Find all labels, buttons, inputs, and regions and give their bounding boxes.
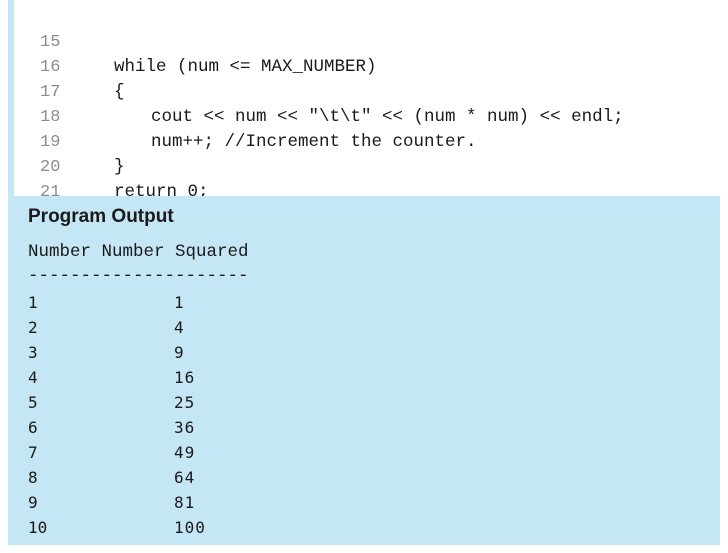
line-code: { (114, 82, 125, 102)
output-header-line: Number Number Squared (28, 242, 249, 262)
output-number-cell: 6 (28, 418, 38, 437)
output-squared-cell: 81 (174, 493, 196, 512)
line-code: while (num <= MAX_NUMBER) (114, 57, 377, 77)
output-number-cell: 4 (28, 368, 38, 387)
output-number-cell: 2 (28, 318, 38, 337)
output-separator: --------------------- (28, 266, 249, 286)
output-number-cell: 10 (28, 518, 48, 537)
code-line: 17 cout << num << "\t\t" << (num * num) … (14, 57, 624, 127)
line-code: cout << num << "\t\t" << (num * num) << … (151, 107, 624, 127)
code-line: 20 return 0; (14, 132, 209, 202)
code-line: 16 { (14, 32, 125, 102)
line-code: } (114, 157, 125, 177)
line-code: num++; //Increment the counter. (151, 132, 477, 152)
output-number-cell: 9 (28, 493, 38, 512)
code-line: 21 } (14, 157, 89, 227)
output-squared-cell: 9 (174, 343, 185, 362)
output-squared-cell: 16 (174, 368, 196, 387)
output-number-cell: 1 (28, 293, 38, 312)
output-squared-cell: 25 (174, 393, 196, 412)
output-heading: Program Output (28, 206, 174, 227)
code-line: 18 num++; //Increment the counter. (14, 82, 477, 152)
output-number-cell: 3 (28, 343, 38, 362)
code-line: 15 while (num <= MAX_NUMBER) (14, 7, 377, 77)
code-listing: 15 while (num <= MAX_NUMBER) 16 { 17 cou… (8, 0, 720, 227)
output-number-cell: 7 (28, 443, 38, 462)
output-number-cell: 5 (28, 393, 38, 412)
output-squared-cell: 49 (174, 443, 196, 462)
program-output-panel: Program Output Number Number Squared ---… (8, 196, 720, 545)
code-line: 19 } (14, 107, 125, 177)
output-squared-cell: 4 (174, 318, 185, 337)
output-number-cell: 8 (28, 468, 38, 487)
output-squared-cell: 36 (174, 418, 196, 437)
output-squared-cell: 1 (174, 293, 185, 312)
output-squared-cell: 100 (174, 518, 206, 537)
output-squared-cell: 64 (174, 468, 196, 487)
